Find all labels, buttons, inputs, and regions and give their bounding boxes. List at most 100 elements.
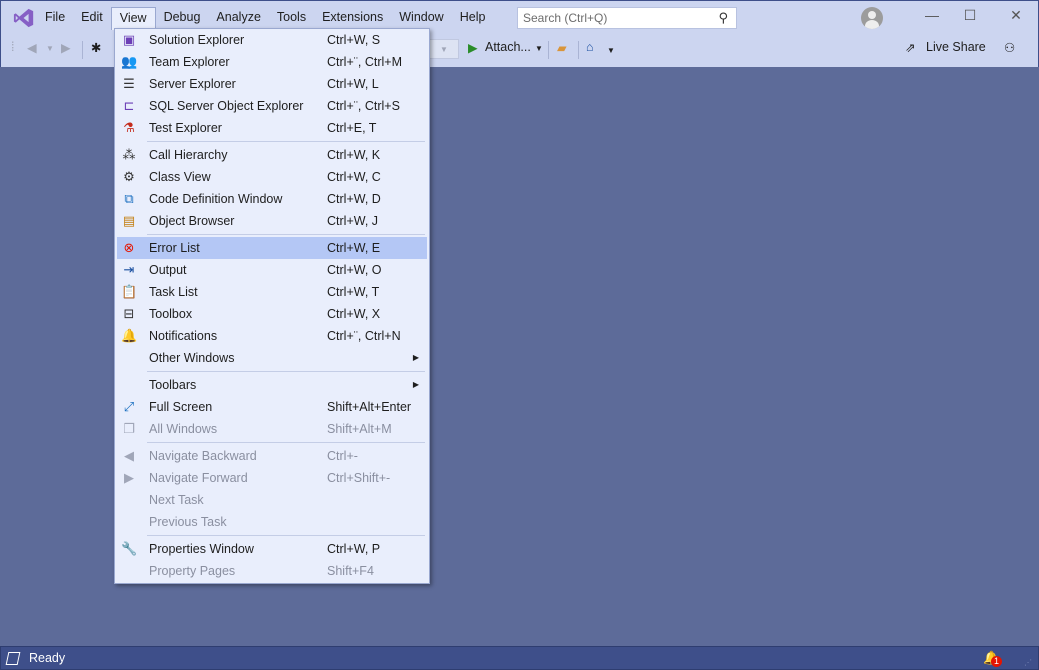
- config-dropdown[interactable]: ▼: [429, 39, 459, 59]
- menu-item-shortcut: Ctrl+W, J: [327, 214, 379, 228]
- navigate-forward-icon[interactable]: ▶: [61, 40, 71, 55]
- menu-analyze[interactable]: Analyze: [208, 7, 268, 29]
- menu-item-label: Toolbars: [149, 378, 197, 392]
- object-browser-icon: ▤: [122, 213, 136, 228]
- submenu-arrow-icon: ▶: [412, 380, 419, 389]
- feedback-icon[interactable]: ⚇: [1004, 40, 1015, 55]
- submenu-arrow-icon: ▶: [412, 353, 419, 362]
- error-list-icon: ⊗: [123, 240, 135, 255]
- notification-badge: 1: [991, 656, 1002, 667]
- menu-item-shortcut: Ctrl+W, E: [327, 241, 381, 255]
- menu-edit[interactable]: Edit: [73, 7, 111, 29]
- menu-item-shortcut: Ctrl+W, L: [327, 77, 379, 91]
- menu-item-all-windows: ❐ All Windows Shift+Alt+M: [115, 418, 429, 440]
- menu-item-object-browser[interactable]: ▤ Object Browser Ctrl+W, J: [115, 210, 429, 232]
- attach-button[interactable]: Attach...: [485, 40, 531, 54]
- sql-server-icon: ⊏: [123, 98, 135, 113]
- search-icon: ⚲: [718, 10, 728, 25]
- toolbar-overflow-icon[interactable]: ▼: [607, 46, 615, 55]
- close-button[interactable]: ✕: [1001, 7, 1031, 29]
- menu-item-error-list[interactable]: ⊗ Error List Ctrl+W, E: [117, 237, 427, 259]
- menu-item-label: Server Explorer: [149, 77, 236, 91]
- menu-extensions[interactable]: Extensions: [314, 7, 391, 29]
- menu-item-label: Navigate Backward: [149, 449, 257, 463]
- menu-item-label: Solution Explorer: [149, 33, 245, 47]
- menu-item-label: Error List: [149, 241, 200, 255]
- menu-window[interactable]: Window: [391, 7, 451, 29]
- class-view-icon: ⚙: [123, 169, 135, 184]
- menu-bar: File Edit View Debug Analyze Tools Extensions W…: [37, 7, 494, 30]
- full-screen-icon: ⤢: [123, 399, 135, 414]
- navigate-back-icon[interactable]: ◀: [27, 40, 37, 55]
- code-definition-icon: ⧉: [124, 191, 134, 206]
- menu-item-label: Next Task: [149, 493, 204, 507]
- menu-item-sql-server-object-explorer[interactable]: ⊏ SQL Server Object Explorer Ctrl+¨, Ctrl+…: [115, 95, 429, 117]
- maximize-button[interactable]: ☐: [955, 7, 985, 29]
- menu-item-full-screen[interactable]: ⤢ Full Screen Shift+Alt+Enter: [115, 396, 429, 418]
- menu-item-shortcut: Ctrl+W, T: [327, 285, 380, 299]
- toolbar-separator: [578, 41, 579, 59]
- server-explorer-icon: ☰: [123, 76, 135, 91]
- test-explorer-icon: ⚗: [123, 120, 135, 135]
- menu-item-label: Task List: [149, 285, 198, 299]
- menu-item-shortcut: Shift+Alt+M: [327, 422, 392, 436]
- new-project-icon[interactable]: ✱: [91, 40, 101, 55]
- menu-item-label: SQL Server Object Explorer: [149, 99, 304, 113]
- menu-item-output[interactable]: ⇥ Output Ctrl+W, O: [115, 259, 429, 281]
- output-icon: ⇥: [123, 262, 135, 277]
- menu-item-team-explorer[interactable]: 👥 Team Explorer Ctrl+¨, Ctrl+M: [115, 51, 429, 73]
- menu-tools[interactable]: Tools: [269, 7, 314, 29]
- menu-item-notifications[interactable]: 🔔 Notifications Ctrl+¨, Ctrl+N: [115, 325, 429, 347]
- menu-item-shortcut: Ctrl+W, X: [327, 307, 381, 321]
- play-icon[interactable]: ▶: [468, 40, 478, 55]
- resize-grip-icon[interactable]: ⋰: [1024, 658, 1032, 667]
- live-share-icon[interactable]: ⇗: [905, 40, 915, 55]
- menu-item-shortcut: Shift+F4: [327, 564, 374, 578]
- menu-item-other-windows[interactable]: Other Windows ▶: [115, 347, 429, 369]
- status-bar: Ready 🔔 1 ⋰: [0, 646, 1039, 670]
- account-avatar[interactable]: [861, 7, 883, 29]
- menu-file[interactable]: File: [37, 7, 73, 29]
- search-input[interactable]: Search (Ctrl+Q) ⚲: [517, 7, 737, 29]
- attach-dropdown-icon[interactable]: ▼: [535, 44, 543, 53]
- menu-item-call-hierarchy[interactable]: ⁂ Call Hierarchy Ctrl+W, K: [115, 144, 429, 166]
- menu-item-label: Class View: [149, 170, 211, 184]
- menu-item-shortcut: Ctrl+W, S: [327, 33, 381, 47]
- menu-view[interactable]: View: [110, 7, 156, 30]
- menu-item-shortcut: Ctrl+W, K: [327, 148, 381, 162]
- menu-item-property-pages: Property Pages Shift+F4: [115, 560, 429, 582]
- menu-item-shortcut: Ctrl+W, C: [327, 170, 381, 184]
- menu-item-properties-window[interactable]: 🔧 Properties Window Ctrl+W, P: [115, 538, 429, 560]
- menu-item-class-view[interactable]: ⚙ Class View Ctrl+W, C: [115, 166, 429, 188]
- back-dropdown-icon[interactable]: ▼: [46, 44, 54, 53]
- menu-item-navigate-forward: ▶ Navigate Forward Ctrl+Shift+-: [115, 467, 429, 489]
- minimize-button[interactable]: —: [917, 7, 947, 29]
- view-menu-dropdown: ▣ Solution Explorer Ctrl+W, S 👥 Team Explore…: [114, 28, 430, 584]
- menu-item-label: Call Hierarchy: [149, 148, 228, 162]
- menu-item-next-task: Next Task: [115, 489, 429, 511]
- toolbar-grip[interactable]: ⁞: [11, 40, 15, 54]
- all-windows-icon: ❐: [123, 421, 135, 436]
- wrench-icon: 🔧: [121, 541, 138, 556]
- menu-item-label: Navigate Forward: [149, 471, 248, 485]
- menu-item-navigate-backward: ◀ Navigate Backward Ctrl+-: [115, 445, 429, 467]
- toolbar-separator: [548, 41, 549, 59]
- menu-item-label: All Windows: [149, 422, 218, 436]
- home-window-icon[interactable]: ⌂: [586, 40, 594, 54]
- menu-help[interactable]: Help: [452, 7, 494, 29]
- menu-item-label: Full Screen: [149, 400, 213, 414]
- live-share-button[interactable]: Live Share: [926, 40, 986, 54]
- menu-item-toolbox[interactable]: ⊟ Toolbox Ctrl+W, X: [115, 303, 429, 325]
- menu-item-test-explorer[interactable]: ⚗ Test Explorer Ctrl+E, T: [115, 117, 429, 139]
- menu-item-code-definition-window[interactable]: ⧉ Code Definition Window Ctrl+W, D: [115, 188, 429, 210]
- menu-item-shortcut: Ctrl+¨, Ctrl+N: [327, 329, 401, 343]
- menu-item-label: Property Pages: [149, 564, 236, 578]
- menu-item-toolbars[interactable]: Toolbars ▶: [115, 374, 429, 396]
- menu-debug[interactable]: Debug: [156, 7, 209, 29]
- menu-item-task-list[interactable]: 📋 Task List Ctrl+W, T: [115, 281, 429, 303]
- menu-item-server-explorer[interactable]: ☰ Server Explorer Ctrl+W, L: [115, 73, 429, 95]
- menu-item-shortcut: Ctrl+W, D: [327, 192, 381, 206]
- menu-item-solution-explorer[interactable]: ▣ Solution Explorer Ctrl+W, S: [115, 29, 429, 51]
- find-in-files-icon[interactable]: ▰: [557, 40, 567, 55]
- menu-item-label: Previous Task: [149, 515, 227, 529]
